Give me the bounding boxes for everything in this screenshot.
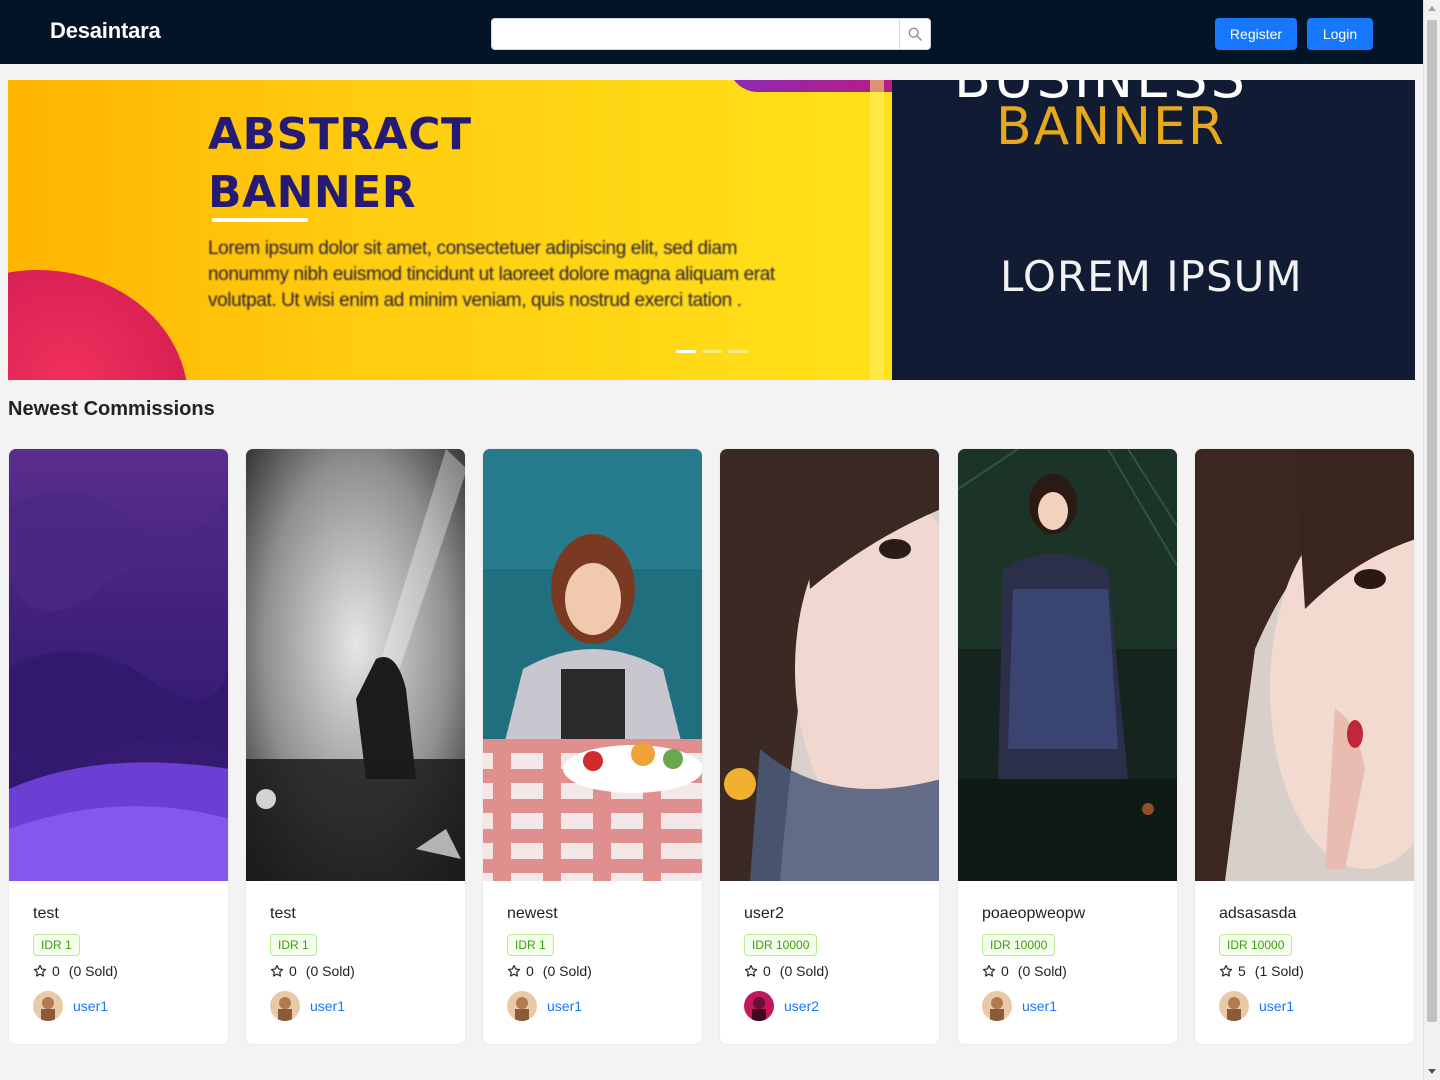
sold-count: (0 Sold) bbox=[68, 963, 118, 979]
rating-value: 0 bbox=[526, 963, 534, 979]
star-outline-icon bbox=[744, 964, 758, 977]
card-cover-image[interactable] bbox=[720, 449, 939, 881]
sold-count: (0 Sold) bbox=[305, 963, 355, 979]
card-cover-image[interactable] bbox=[483, 449, 702, 881]
card-cover-image[interactable] bbox=[1195, 449, 1414, 881]
author-link[interactable]: user1 bbox=[73, 998, 108, 1014]
commission-card[interactable]: poaeopweopw IDR 10000 0 (0 Sold) user1 bbox=[957, 448, 1178, 1045]
author-row[interactable]: user1 bbox=[270, 991, 345, 1021]
banner-title: BANNER bbox=[996, 97, 1227, 157]
scroll-up-arrow-icon[interactable] bbox=[1424, 0, 1440, 17]
login-button[interactable]: Login bbox=[1307, 18, 1373, 50]
carousel-dots bbox=[676, 350, 748, 353]
decorative-shape bbox=[728, 80, 892, 92]
avatar[interactable] bbox=[270, 991, 300, 1021]
star-outline-icon bbox=[270, 964, 284, 977]
scroll-down-arrow-icon[interactable] bbox=[1424, 1063, 1440, 1080]
rating-row: 0 (0 Sold) bbox=[270, 962, 355, 980]
commission-card[interactable]: user2 IDR 10000 0 (0 Sold) user2 bbox=[719, 448, 940, 1045]
page-scrollbar[interactable] bbox=[1423, 0, 1440, 1080]
carousel-slide-business-banner[interactable]: BUSINESS BANNER LOREM IPSUM bbox=[892, 80, 1415, 380]
search-button[interactable] bbox=[899, 19, 930, 49]
rating-value: 0 bbox=[763, 963, 771, 979]
card-title[interactable]: test bbox=[270, 905, 296, 923]
author-link[interactable]: user2 bbox=[784, 998, 819, 1014]
sold-count: (0 Sold) bbox=[779, 963, 829, 979]
sold-count: (0 Sold) bbox=[1017, 963, 1067, 979]
avatar[interactable] bbox=[1219, 991, 1249, 1021]
author-link[interactable]: user1 bbox=[1259, 998, 1294, 1014]
carousel-dot[interactable] bbox=[702, 350, 722, 353]
decorative-shape bbox=[8, 270, 188, 380]
rating-row: 0 (0 Sold) bbox=[33, 962, 118, 980]
commission-card[interactable]: newest IDR 1 0 (0 Sold) user1 bbox=[482, 448, 703, 1045]
register-button[interactable]: Register bbox=[1215, 18, 1297, 50]
author-row[interactable]: user1 bbox=[507, 991, 582, 1021]
star-outline-icon bbox=[982, 964, 996, 977]
author-row[interactable]: user2 bbox=[744, 991, 819, 1021]
price-tag: IDR 10000 bbox=[1219, 934, 1293, 956]
card-title[interactable]: poaeopweopw bbox=[982, 905, 1085, 923]
price-tag: IDR 1 bbox=[270, 934, 317, 956]
rating-row: 5 (1 Sold) bbox=[1219, 962, 1304, 980]
carousel-dot[interactable] bbox=[728, 350, 748, 353]
search-bar bbox=[491, 18, 931, 50]
search-icon bbox=[908, 27, 922, 41]
author-link[interactable]: user1 bbox=[547, 998, 582, 1014]
author-row[interactable]: user1 bbox=[982, 991, 1057, 1021]
section-title: Newest Commissions bbox=[8, 398, 215, 420]
card-title[interactable]: adsasasda bbox=[1219, 905, 1296, 923]
banner-carousel[interactable]: ABSTRACT BANNER Lorem ipsum dolor sit am… bbox=[8, 80, 1415, 380]
commission-card[interactable]: test IDR 1 0 (0 Sold) user1 bbox=[8, 448, 229, 1045]
rating-row: 0 (0 Sold) bbox=[744, 962, 829, 980]
rating-value: 5 bbox=[1238, 963, 1246, 979]
carousel-slide-abstract-banner[interactable]: ABSTRACT BANNER Lorem ipsum dolor sit am… bbox=[8, 80, 892, 380]
banner-title-line: ABSTRACT bbox=[208, 109, 472, 160]
price-tag: IDR 1 bbox=[33, 934, 80, 956]
price-tag: IDR 10000 bbox=[744, 934, 818, 956]
top-navbar: Desaintara Register Login bbox=[0, 0, 1423, 64]
card-title[interactable]: test bbox=[33, 905, 59, 923]
rating-row: 0 (0 Sold) bbox=[507, 962, 592, 980]
avatar[interactable] bbox=[982, 991, 1012, 1021]
rating-value: 0 bbox=[1001, 963, 1009, 979]
sold-count: (0 Sold) bbox=[542, 963, 592, 979]
avatar[interactable] bbox=[33, 991, 63, 1021]
banner-underline bbox=[212, 218, 308, 222]
author-link[interactable]: user1 bbox=[1022, 998, 1057, 1014]
commission-card[interactable]: adsasasda IDR 10000 5 (1 Sold) user1 bbox=[1194, 448, 1415, 1045]
avatar[interactable] bbox=[744, 991, 774, 1021]
card-cover-image[interactable] bbox=[9, 449, 228, 881]
avatar[interactable] bbox=[507, 991, 537, 1021]
rating-value: 0 bbox=[289, 963, 297, 979]
star-outline-icon bbox=[33, 964, 47, 977]
star-outline-icon bbox=[1219, 964, 1233, 977]
card-title[interactable]: user2 bbox=[744, 905, 784, 923]
star-outline-icon bbox=[507, 964, 521, 977]
search-input[interactable] bbox=[492, 19, 900, 49]
banner-subtitle: LOREM IPSUM bbox=[1000, 252, 1303, 301]
commission-card[interactable]: test IDR 1 0 (0 Sold) user1 bbox=[245, 448, 466, 1045]
author-row[interactable]: user1 bbox=[33, 991, 108, 1021]
card-cover-image[interactable] bbox=[246, 449, 465, 881]
carousel-dot-active[interactable] bbox=[676, 350, 696, 353]
banner-body-text: Lorem ipsum dolor sit amet, consectetuer… bbox=[208, 238, 775, 311]
brand-logo[interactable]: Desaintara bbox=[50, 18, 161, 44]
card-cover-image[interactable] bbox=[958, 449, 1177, 881]
scrollbar-thumb[interactable] bbox=[1427, 20, 1437, 1022]
banner-title-line: BANNER bbox=[208, 167, 417, 218]
banner-title: ABSTRACT BANNER bbox=[208, 106, 628, 222]
sold-count: (1 Sold) bbox=[1254, 963, 1304, 979]
rating-value: 0 bbox=[52, 963, 60, 979]
author-link[interactable]: user1 bbox=[310, 998, 345, 1014]
rating-row: 0 (0 Sold) bbox=[982, 962, 1067, 980]
author-row[interactable]: user1 bbox=[1219, 991, 1294, 1021]
price-tag: IDR 1 bbox=[507, 934, 554, 956]
decorative-stripe bbox=[870, 80, 884, 380]
price-tag: IDR 10000 bbox=[982, 934, 1056, 956]
card-title[interactable]: newest bbox=[507, 905, 558, 923]
